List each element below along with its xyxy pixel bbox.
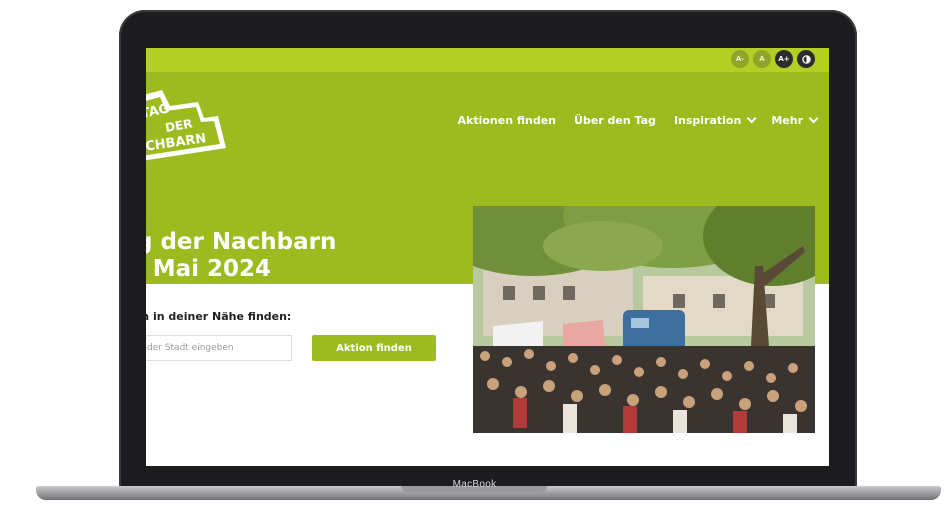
find-action-button[interactable]: Aktion finden xyxy=(312,335,436,361)
website-screen: A- A A+ TAG DER ACHBARN Aktionen finden xyxy=(146,48,829,466)
main-navigation: Aktionen finden Über den Tag Inspiration… xyxy=(458,113,819,127)
device-brand-label: MacBook xyxy=(452,479,497,490)
city-search-input[interactable] xyxy=(146,335,292,361)
nav-item-label: Mehr xyxy=(771,114,803,127)
hero-title-line-1: g der Nachbarn xyxy=(146,229,337,255)
font-smaller-button[interactable]: A- xyxy=(731,50,749,68)
chevron-down-icon xyxy=(808,113,819,124)
nav-item-inspiration[interactable]: Inspiration xyxy=(673,113,757,127)
accessibility-controls: A- A A+ xyxy=(731,50,815,68)
site-logo[interactable]: TAG DER ACHBARN xyxy=(146,82,230,166)
nav-item-label: Aktionen finden xyxy=(457,114,557,127)
nav-item-ueber-den-tag[interactable]: Über den Tag xyxy=(574,114,656,127)
accessibility-bar: A- A A+ xyxy=(146,48,829,72)
finder-label: hen in deiner Nähe finden: xyxy=(146,310,292,323)
contrast-toggle-button[interactable] xyxy=(797,50,815,68)
hero-photo xyxy=(473,206,815,433)
font-larger-button[interactable]: A+ xyxy=(775,50,793,68)
nav-item-aktionen-finden[interactable]: Aktionen finden xyxy=(458,114,557,127)
chevron-down-icon xyxy=(746,113,757,124)
nav-item-mehr[interactable]: Mehr xyxy=(771,113,819,127)
hero-title: g der Nachbarn . Mai 2024 xyxy=(146,229,336,283)
font-normal-button[interactable]: A xyxy=(753,50,771,68)
nav-item-label: Über den Tag xyxy=(574,114,656,127)
hero-title-line-2: . Mai 2024 xyxy=(146,256,272,282)
nav-item-label: Inspiration xyxy=(673,114,742,127)
contrast-icon xyxy=(801,54,811,64)
